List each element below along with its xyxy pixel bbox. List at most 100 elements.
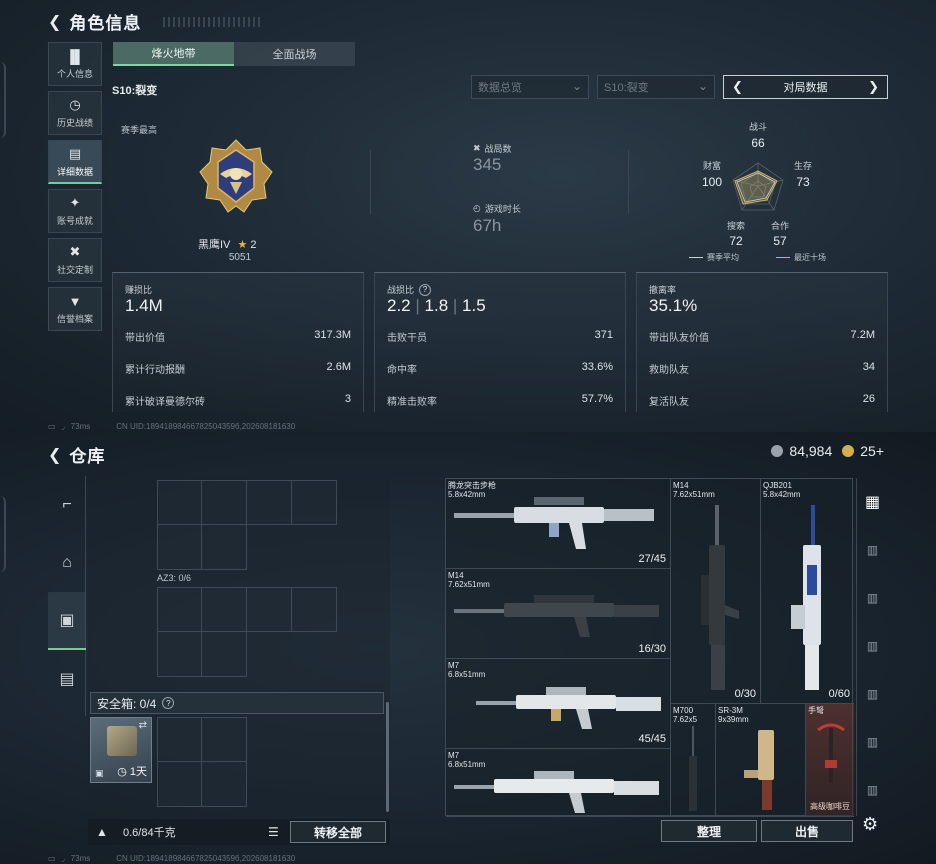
grid-cell[interactable]	[292, 480, 337, 525]
grid-cell[interactable]	[202, 762, 247, 807]
backpack-icon: ▣	[59, 612, 75, 629]
list-icon[interactable]: ☰	[268, 825, 279, 839]
radar-label-teamwork: 合作	[771, 220, 789, 231]
chevron-right-icon[interactable]: ❯	[868, 79, 879, 95]
edge-handle	[0, 496, 6, 572]
card-row: 复活队友 26	[649, 393, 875, 408]
weapon-caliber: 9x39mm	[718, 715, 749, 724]
gear-icon[interactable]: ⚙	[862, 814, 878, 835]
card-title: 赚损比	[125, 285, 153, 295]
grid-cell[interactable]	[292, 587, 337, 632]
ping: 73ms	[70, 422, 91, 431]
kd-value-2: 1.8	[424, 296, 449, 315]
filter-icon: ▥	[866, 591, 879, 605]
category-items[interactable]: ▤	[48, 650, 86, 708]
help-icon[interactable]: ?	[419, 283, 432, 296]
sort-button[interactable]: 整理	[661, 820, 757, 842]
row-value: 371	[594, 329, 613, 341]
grid-cell[interactable]	[157, 717, 202, 762]
playtime-stat: ◴ 游戏时长	[473, 202, 521, 215]
nav-personal-info[interactable]: ▐▌ 个人信息	[48, 42, 102, 86]
nav-detailed-data[interactable]: ▤ 详细数据	[48, 140, 102, 184]
ammo-count: 0/30	[734, 688, 756, 700]
weapon-slot[interactable]: M7 6.8x51mm	[446, 749, 671, 817]
weapon-name: M7	[448, 751, 460, 760]
match-data-selector[interactable]: ❮ 对局数据 ❯	[723, 75, 888, 99]
grid-cell[interactable]	[157, 525, 202, 570]
filter-1[interactable]: ▥	[857, 526, 888, 574]
duration-text: 1天	[129, 766, 147, 778]
category-weapons[interactable]: ⌐	[48, 476, 86, 534]
swap-icon[interactable]: ⇄	[139, 720, 147, 731]
weight-value: 0.6/84千克	[123, 827, 176, 839]
grid-cell[interactable]	[202, 525, 247, 570]
safe-box-item[interactable]: ⇄ ▣ ◷ 1天	[90, 717, 152, 783]
header: ❮ 仓库	[48, 442, 105, 467]
weapon-slot[interactable]: 手弩 高级咖啡豆	[806, 704, 854, 817]
grid-cell[interactable]	[247, 587, 292, 632]
filter-5[interactable]: ▥	[857, 718, 888, 766]
chevron-left-icon[interactable]: ❮	[732, 79, 743, 95]
weapon-slot[interactable]: 腾龙突击步枪 5.8x42mm 27/45	[446, 479, 671, 569]
filter-2[interactable]: ▥	[857, 574, 888, 622]
weapon-slot[interactable]: M14 7.62x51mm 16/30	[446, 569, 671, 659]
tab-hazard-zone[interactable]: 烽火地带	[113, 42, 234, 66]
weapon-filter-nav: ▦ ▥ ▥ ▥ ▥ ▥ ▥	[856, 478, 888, 816]
nav-history[interactable]: ◷ 历史战绩	[48, 91, 102, 135]
grid-cell[interactable]	[247, 480, 292, 525]
weapon-slot[interactable]: SR-3M 9x39mm	[716, 704, 806, 817]
back-arrow-icon[interactable]: ❮	[48, 12, 61, 32]
legend-label: 赛季平均	[707, 253, 739, 262]
row-value: 2.6M	[326, 361, 351, 373]
radar-label-combat: 战斗	[749, 122, 767, 132]
grid-cell[interactable]	[202, 632, 247, 677]
filter-4[interactable]: ▥	[857, 670, 888, 718]
separator: |	[452, 296, 463, 315]
row-label: 命中率	[387, 365, 417, 376]
weapon-slot[interactable]: QJB201 5.8x42mm 0/60	[761, 479, 854, 704]
season-dropdown[interactable]: S10:裂变 ⌄	[597, 75, 715, 99]
grid-cell[interactable]	[157, 480, 202, 525]
rifle-icon	[701, 505, 739, 690]
grid-cell[interactable]	[157, 587, 202, 632]
help-icon[interactable]: ?	[162, 697, 175, 709]
page-title: 角色信息	[69, 14, 142, 33]
filter-icon: ▥	[866, 783, 879, 797]
filter-icon: ▥	[866, 735, 879, 749]
filter-6[interactable]: ▥	[857, 766, 888, 814]
sniper-icon	[689, 726, 697, 811]
filter-3[interactable]: ▥	[857, 622, 888, 670]
filter-icon: ▥	[866, 639, 879, 653]
grid-cell[interactable]	[202, 480, 247, 525]
nav-reputation[interactable]: ▼ 信誉档案	[48, 287, 102, 331]
sell-button[interactable]: 出售	[761, 820, 853, 842]
transfer-all-button[interactable]: 转移全部	[290, 821, 386, 843]
row-value: 33.6%	[581, 361, 613, 373]
category-armor[interactable]: ⌂	[48, 534, 86, 592]
gold-amount[interactable]: 25+	[860, 443, 884, 459]
season-label: S10:裂变	[112, 85, 158, 97]
weapon-caliber: 7.62x51mm	[673, 490, 715, 499]
tab-all-out-war[interactable]: 全面战场	[234, 42, 355, 66]
category-backpack[interactable]: ▣	[48, 592, 86, 650]
back-arrow-icon[interactable]: ❮	[48, 445, 61, 465]
tools-icon: ✖	[69, 244, 81, 259]
weapon-slot[interactable]: M700 7.62x5	[671, 704, 716, 817]
weapon-label: M7 6.8x51mm	[448, 661, 485, 679]
nav-achievements[interactable]: ✦ 账号成就	[48, 189, 102, 233]
overview-dropdown[interactable]: 数据总览 ⌄	[471, 75, 589, 99]
weapon-slot[interactable]: M14 7.62x51mm 0/30	[671, 479, 761, 704]
weapon-slot[interactable]: M7 6.8x51mm 45/45	[446, 659, 671, 749]
nav-social[interactable]: ✖ 社交定制	[48, 238, 102, 282]
row-label: 带出价值	[125, 333, 165, 344]
card-row: 累计破译曼德尔砖 3	[125, 393, 351, 408]
weapon-storage-grid: 腾龙突击步枪 5.8x42mm 27/45 M14 7.62x51mm 16/3…	[445, 478, 854, 817]
grid-cell[interactable]	[157, 762, 202, 807]
filter-all[interactable]: ▦	[857, 478, 888, 526]
row-value: 26	[862, 393, 875, 405]
storage-scrollbar[interactable]	[386, 702, 389, 812]
grid-cell[interactable]	[202, 587, 247, 632]
uid: CN UID:18941898466782504359б,20260818163…	[116, 854, 296, 863]
grid-cell[interactable]	[202, 717, 247, 762]
grid-cell[interactable]	[157, 632, 202, 677]
